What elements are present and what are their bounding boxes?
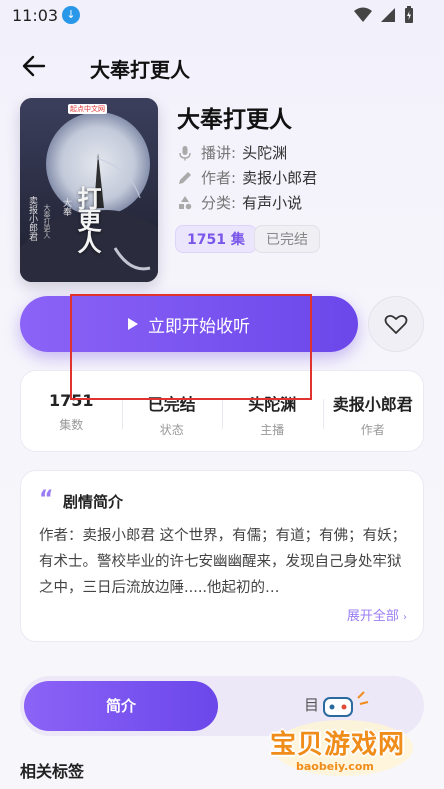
narrator-row: 播讲: 头陀渊	[177, 142, 287, 163]
download-icon: ↓	[62, 6, 80, 24]
cover-title-big: 打更人	[73, 186, 101, 252]
chevron-right-icon: ›	[403, 612, 407, 623]
book-title: 大奉打更人	[177, 107, 292, 133]
stat-status: 已完结 状态	[121, 371, 223, 451]
status-time: 11:03	[12, 6, 59, 25]
stat-episodes: 1751 集数	[21, 371, 122, 451]
synopsis-card: “ 剧情简介 作者：卖报小郎君 这个世界，有儒；有道；有佛；有妖；有术士。警校毕…	[20, 470, 424, 642]
synopsis-text: 作者：卖报小郎君 这个世界，有儒；有道；有佛；有妖；有术士。警校毕业的许七安幽幽…	[39, 528, 407, 596]
favorite-button[interactable]	[368, 296, 424, 352]
narrator-value: 头陀渊	[242, 144, 288, 162]
category-label: 分类:	[201, 194, 237, 212]
status-icons	[354, 6, 414, 24]
stat-label: 状态	[159, 423, 184, 437]
stat-value: 已完结	[147, 395, 196, 414]
author-value: 卖报小郎君	[242, 169, 318, 187]
stats-card: 1751 集数 已完结 状态 头陀渊 主播 卖报小郎君 作者	[20, 370, 424, 452]
start-listening-label: 立即开始收听	[148, 316, 250, 337]
start-listening-button[interactable]: 立即开始收听	[20, 296, 358, 352]
category-value: 有声小说	[242, 194, 303, 212]
stat-label: 作者	[360, 423, 385, 437]
signal-icon	[381, 8, 395, 22]
stat-label: 集数	[59, 418, 84, 432]
page-title: 大奉打更人	[90, 58, 190, 82]
stat-label: 主播	[260, 423, 285, 437]
stat-host: 头陀渊 主播	[222, 371, 323, 451]
category-icon	[179, 195, 192, 209]
back-button[interactable]	[20, 52, 48, 80]
watermark-text: 宝贝游戏网	[270, 730, 406, 760]
arrow-left-icon	[22, 55, 46, 77]
expand-all-link[interactable]: 展开全部 ›	[347, 605, 407, 624]
pencil-icon	[179, 171, 191, 184]
play-icon	[128, 318, 138, 330]
tab-intro[interactable]: 简介	[24, 681, 218, 731]
stat-author: 卖报小郎君 作者	[322, 371, 424, 451]
battery-icon	[405, 6, 413, 23]
author-label: 作者:	[201, 169, 237, 187]
heart-icon	[384, 314, 408, 334]
microphone-icon	[179, 145, 191, 160]
related-tags-title: 相关标签	[20, 762, 85, 781]
watermark-url: baobeiy.com	[296, 760, 374, 773]
narrator-label: 播讲:	[201, 144, 237, 162]
author-row: 作者: 卖报小郎君	[177, 167, 317, 188]
status-tag: 已完结	[254, 225, 320, 253]
wifi-icon	[354, 7, 372, 22]
top-bar: 大奉打更人	[0, 44, 444, 88]
stat-value: 1751	[48, 391, 94, 410]
cover-publisher: 起点中文网	[68, 104, 107, 114]
cover-author: 卖报小郎君	[27, 196, 37, 241]
quote-icon: “	[39, 487, 54, 512]
cover-title-small: 大奉	[61, 198, 71, 216]
category-row: 分类: 有声小说	[177, 192, 302, 213]
book-cover: 起点中文网 打更人 大奉 卖报小郎君 大奉打更人	[20, 98, 158, 282]
stat-value: 头陀渊	[248, 395, 297, 414]
stat-value: 卖报小郎君	[332, 395, 413, 414]
expand-all-label: 展开全部	[346, 609, 399, 624]
episodes-tag: 1751 集	[175, 225, 257, 253]
synopsis-heading: 剧情简介	[63, 493, 124, 511]
status-bar: 11:03 ↓	[0, 0, 444, 32]
cover-subtitle: 大奉打更人	[43, 204, 51, 239]
